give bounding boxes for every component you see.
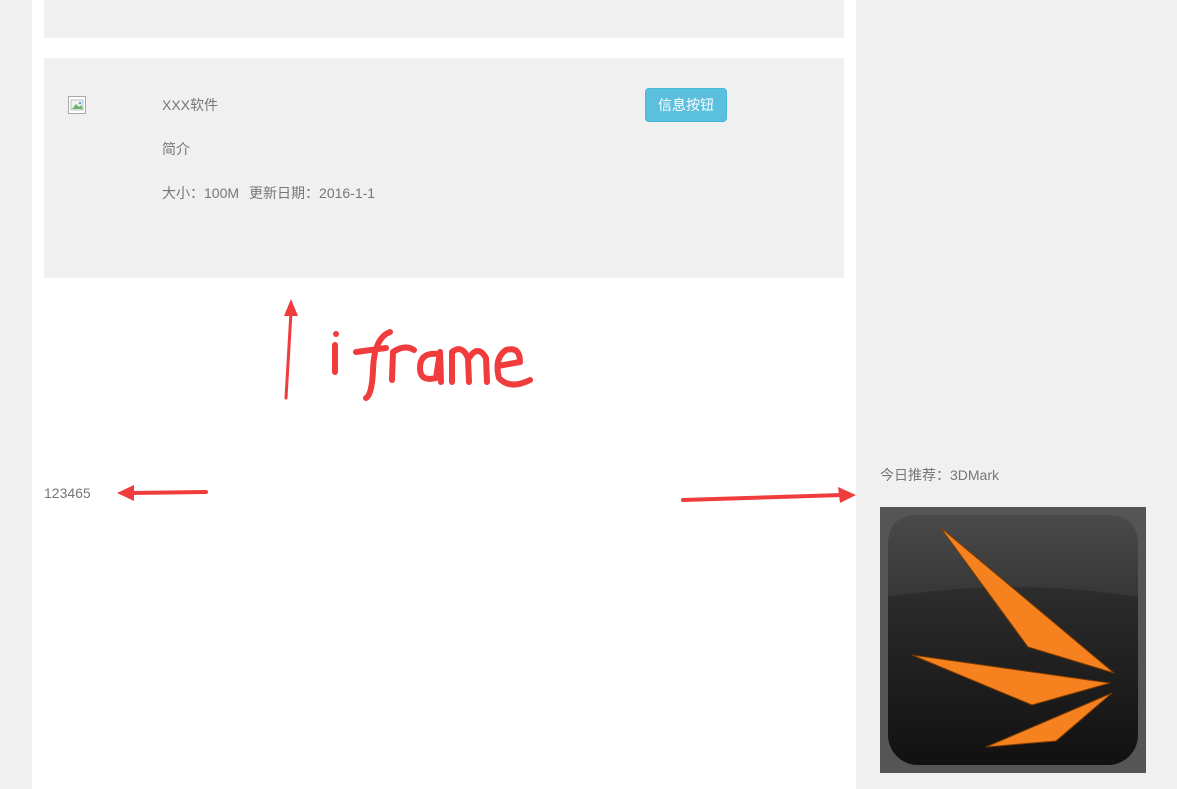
footer-number: 123465	[44, 485, 91, 501]
today-recommend-label: 今日推荐：3DMark	[880, 467, 1000, 483]
previous-card	[44, 0, 844, 38]
software-intro: 简介	[162, 141, 190, 157]
3dmark-app-icon[interactable]	[880, 507, 1146, 773]
broken-image-icon	[68, 96, 86, 114]
software-size: 大小：100M	[162, 185, 240, 201]
software-info-card: XXX软件 简介 大小：100M 更新日期：2016-1-1 信息按钮	[44, 58, 844, 278]
main-column: XXX软件 简介 大小：100M 更新日期：2016-1-1 信息按钮 12346…	[32, 0, 856, 789]
software-meta: 大小：100M 更新日期：2016-1-1	[162, 183, 375, 203]
software-update-date: 更新日期：2016-1-1	[249, 185, 376, 201]
info-button[interactable]: 信息按钮	[645, 88, 727, 122]
software-name: XXX软件	[162, 97, 219, 113]
